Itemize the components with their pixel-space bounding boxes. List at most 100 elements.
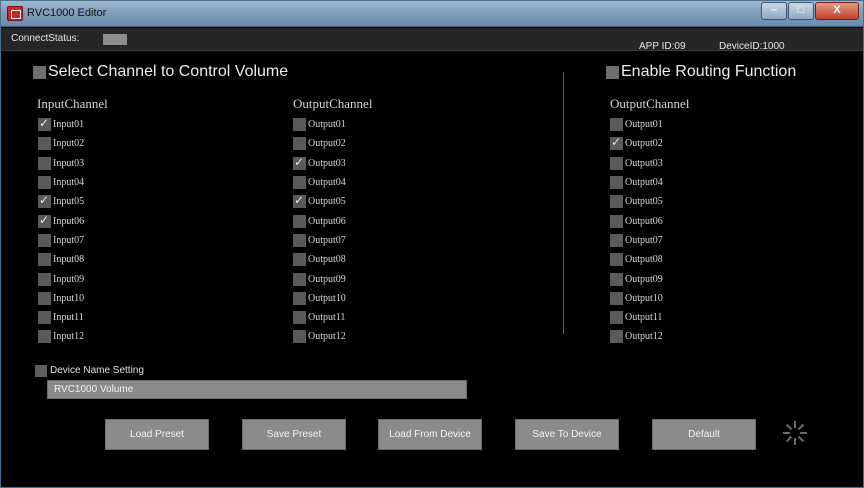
output-channel-checkbox[interactable] — [293, 233, 306, 247]
output-channel-item[interactable]: Output10 — [293, 289, 346, 308]
routing-enable-checkbox[interactable] — [606, 66, 619, 79]
routing-output-channel-checkbox[interactable] — [610, 214, 623, 228]
output-channel-checkbox[interactable] — [293, 155, 306, 170]
input-channel-item[interactable]: Input03 — [38, 154, 84, 173]
device-name-checkbox[interactable] — [35, 365, 47, 377]
input-channel-item[interactable]: Input07 — [38, 231, 84, 250]
output-channel-checkbox[interactable] — [293, 330, 306, 344]
minimize-button[interactable]: – — [761, 2, 787, 20]
output-channel-item[interactable]: Output05 — [293, 192, 346, 211]
input-channel-checkbox[interactable] — [38, 156, 51, 170]
input-channel-checkbox[interactable] — [38, 272, 51, 286]
load-from-device-button[interactable]: Load From Device — [378, 419, 482, 450]
input-channel-checkbox[interactable] — [38, 176, 51, 190]
input-channel-checkbox[interactable] — [38, 311, 51, 325]
input-channel-checkbox[interactable] — [38, 233, 51, 247]
routing-output-channel-checkbox[interactable] — [610, 291, 623, 305]
save-to-device-button[interactable]: Save To Device — [515, 419, 619, 450]
routing-output-channel-checkbox[interactable] — [610, 195, 623, 209]
output-channel-checkbox[interactable] — [293, 193, 306, 209]
routing-output-channel-checkbox[interactable] — [610, 118, 623, 132]
input-channel-item[interactable]: Input05 — [38, 192, 84, 211]
input-channel-checkbox[interactable] — [38, 253, 51, 267]
routing-output-channel-label: Output07 — [625, 234, 663, 246]
output-channel-item[interactable]: Output07 — [293, 231, 346, 250]
routing-output-channel-label: Output03 — [625, 157, 663, 169]
input-channel-item[interactable]: Input06 — [38, 211, 84, 230]
routing-output-channel-checkbox[interactable] — [610, 311, 623, 325]
output-channel-item[interactable]: Output01 — [293, 115, 346, 134]
routing-output-channel-checkbox[interactable] — [610, 135, 623, 151]
routing-output-channel-item[interactable]: Output05 — [610, 192, 663, 211]
volume-control-checkbox[interactable] — [33, 66, 46, 79]
input-channel-checkbox[interactable] — [38, 193, 51, 209]
input-channel-label: Input09 — [53, 273, 85, 285]
routing-output-channel-item[interactable]: Output01 — [610, 115, 663, 134]
routing-output-channel-item[interactable]: Output11 — [610, 308, 663, 327]
save-preset-button[interactable]: Save Preset — [242, 419, 346, 450]
output-channel-label: Output06 — [308, 215, 346, 227]
routing-output-channel-checkbox[interactable] — [610, 272, 623, 286]
input-channel-item[interactable]: Input10 — [38, 289, 84, 308]
input-channel-checkbox[interactable] — [38, 137, 51, 151]
routing-output-channel-item[interactable]: Output08 — [610, 250, 663, 269]
input-channel-checkbox[interactable] — [38, 213, 51, 228]
input-channel-label: Input08 — [53, 254, 85, 266]
routing-output-channel-label: Output11 — [625, 312, 663, 324]
routing-output-channel-item[interactable]: Output10 — [610, 289, 663, 308]
input-channel-checkbox[interactable] — [38, 330, 51, 344]
maximize-button[interactable]: □ — [788, 2, 814, 20]
output-channel-item[interactable]: Output06 — [293, 211, 346, 230]
app-id: APP ID:09 — [639, 41, 686, 52]
output-channel-item[interactable]: Output11 — [293, 308, 346, 327]
close-button[interactable]: X — [815, 2, 859, 20]
output-channel-label: Output08 — [308, 254, 346, 266]
output-channel-item[interactable]: Output12 — [293, 327, 346, 346]
input-channel-label: Input01 — [53, 119, 85, 131]
output-channel-item[interactable]: Output02 — [293, 134, 346, 153]
routing-output-channel-item[interactable]: Output09 — [610, 269, 663, 288]
output-channel-checkbox[interactable] — [293, 311, 306, 325]
routing-output-channel-item[interactable]: Output06 — [610, 211, 663, 230]
input-channel-item[interactable]: Input08 — [38, 250, 84, 269]
routing-output-channel-checkbox[interactable] — [610, 253, 623, 267]
input-channel-checkbox[interactable] — [38, 116, 51, 132]
output-channel-item[interactable]: Output08 — [293, 250, 346, 269]
input-channel-item[interactable]: Input04 — [38, 173, 84, 192]
input-channel-item[interactable]: Input01 — [38, 115, 84, 134]
output-channel-checkbox[interactable] — [293, 176, 306, 190]
output-channel-checkbox[interactable] — [293, 272, 306, 286]
routing-output-title: OutputChannel — [610, 96, 690, 111]
title-bar[interactable]: RVC1000 Editor – □ X — [1, 1, 863, 27]
routing-output-channel-item[interactable]: Output07 — [610, 231, 663, 250]
input-channel-item[interactable]: Input12 — [38, 327, 84, 346]
default-button[interactable]: Default — [652, 419, 756, 450]
input-channel-checkbox[interactable] — [38, 291, 51, 305]
window-controls: – □ X — [760, 2, 859, 20]
output-channel-checkbox[interactable] — [293, 214, 306, 228]
connect-status-indicator — [103, 34, 127, 45]
device-name-input[interactable] — [47, 380, 467, 399]
routing-output-channel-item[interactable]: Output04 — [610, 173, 663, 192]
app-window: RVC1000 Editor – □ X ConnectStatus: APP … — [0, 0, 864, 488]
output-channel-item[interactable]: Output03 — [293, 154, 346, 173]
routing-output-channel-checkbox[interactable] — [610, 233, 623, 247]
routing-output-channel-item[interactable]: Output02 — [610, 134, 663, 153]
output-channel-checkbox[interactable] — [293, 137, 306, 151]
routing-output-channel-checkbox[interactable] — [610, 176, 623, 190]
input-channel-item[interactable]: Input02 — [38, 134, 84, 153]
routing-output-channel-checkbox[interactable] — [610, 156, 623, 170]
routing-output-channel-item[interactable]: Output12 — [610, 327, 663, 346]
output-channel-checkbox[interactable] — [293, 253, 306, 267]
routing-output-channel-label: Output12 — [625, 331, 663, 343]
input-channel-item[interactable]: Input11 — [38, 308, 84, 327]
output-channel-item[interactable]: Output09 — [293, 269, 346, 288]
routing-output-channel-label: Output02 — [625, 138, 663, 150]
load-preset-button[interactable]: Load Preset — [105, 419, 209, 450]
output-channel-checkbox[interactable] — [293, 291, 306, 305]
routing-output-channel-checkbox[interactable] — [610, 330, 623, 344]
output-channel-checkbox[interactable] — [293, 118, 306, 132]
input-channel-item[interactable]: Input09 — [38, 269, 84, 288]
routing-output-channel-item[interactable]: Output03 — [610, 154, 663, 173]
output-channel-item[interactable]: Output04 — [293, 173, 346, 192]
